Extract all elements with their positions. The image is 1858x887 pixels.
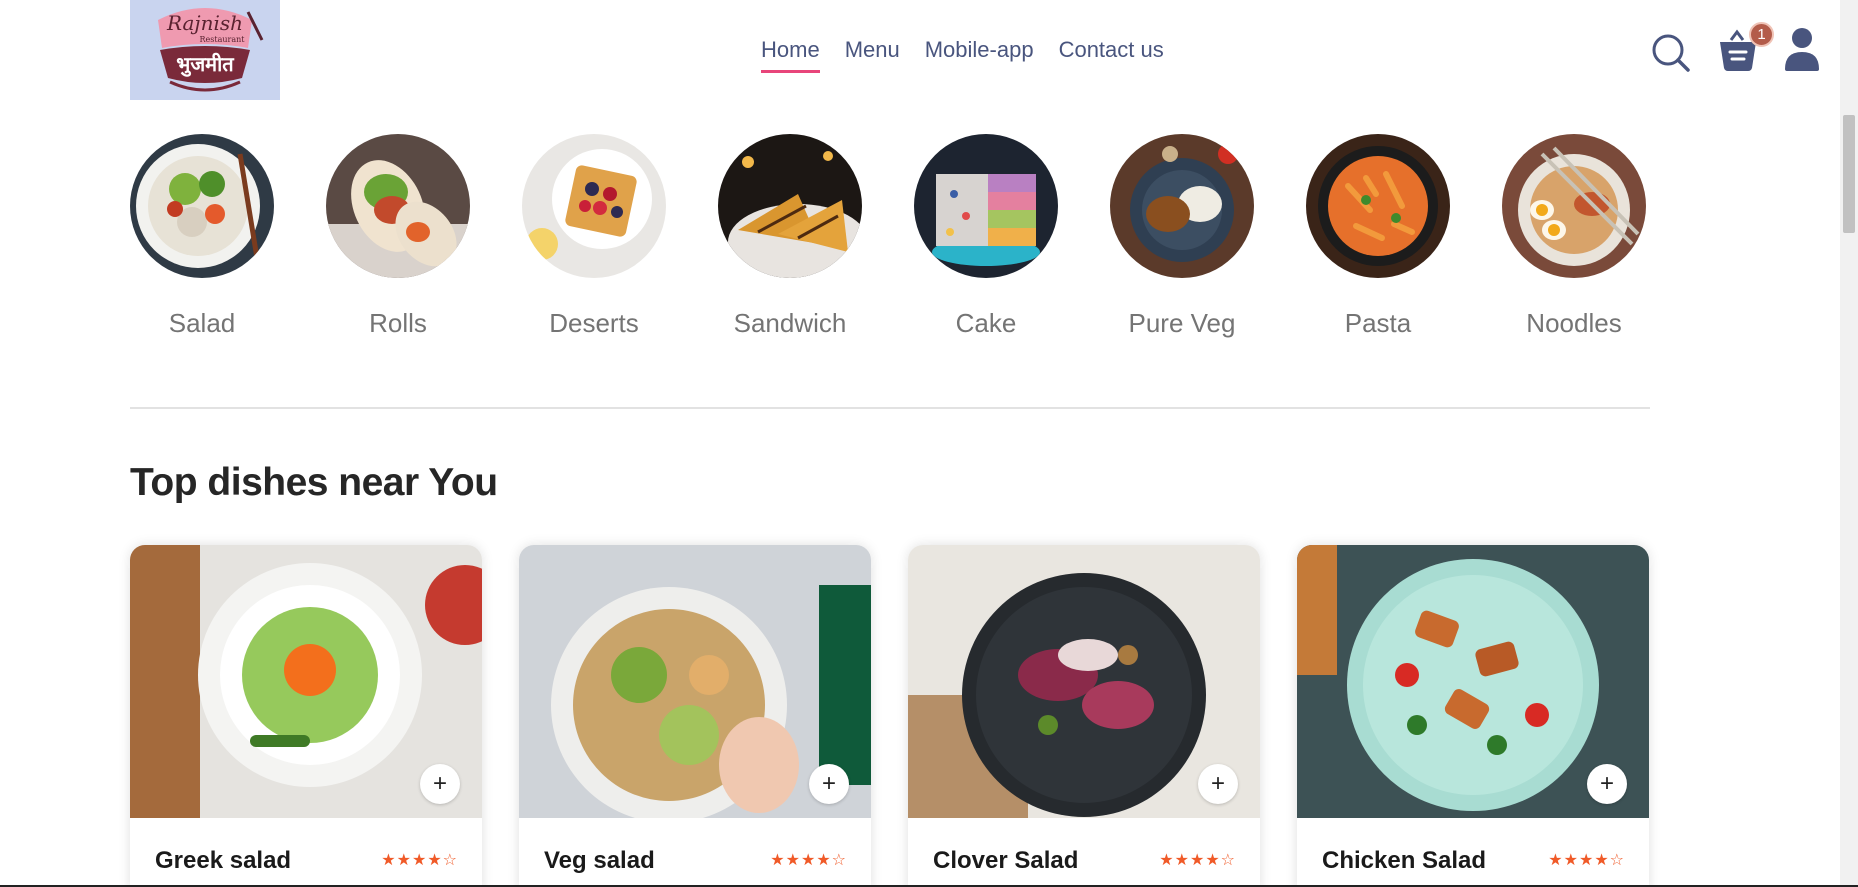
add-to-cart-button[interactable]: + [420,764,460,804]
dish-image: + [908,545,1260,818]
star-empty-icon: ☆ [442,852,457,869]
main-nav: Home Menu Mobile-app Contact us [761,36,1164,73]
category-list: Salad Rolls Deserts Sandwich Cake Pure V… [130,134,1646,339]
category-sandwich[interactable]: Sandwich [718,134,862,339]
page-scrollbar[interactable] [1840,0,1858,887]
restaurant-logo[interactable]: Rajnish Restaurant भुजमीत [130,0,280,100]
star-filled-icon: ★ [1189,852,1205,869]
dish-card[interactable]: + Greek salad ★ ★ ★ ★ ☆ [130,545,482,887]
category-label: Salad [168,308,236,338]
category-label: Noodles [1526,308,1622,338]
rating-stars: ★ ★ ★ ★ ☆ [381,853,457,869]
star-empty-icon: ☆ [1220,852,1235,869]
star-filled-icon: ★ [1563,852,1578,869]
star-filled-icon: ★ [1205,852,1220,869]
nav-contact-us[interactable]: Contact us [1059,36,1164,73]
dish-info: Chicken Salad ★ ★ ★ ★ ☆ [1322,847,1624,875]
logo-name: Rajnish [166,11,243,35]
dish-name: Chicken Salad [1322,847,1487,874]
category-image [522,134,666,278]
rating-stars: ★ ★ ★ ★ ☆ [1159,853,1235,869]
dish-card[interactable]: + Chicken Salad ★ ★ ★ ★ ☆ [1297,545,1649,887]
nav-mobile-app[interactable]: Mobile-app [925,36,1034,73]
category-image [130,134,274,278]
star-filled-icon: ★ [1578,852,1594,869]
category-label: Rolls [369,308,427,338]
category-noodles[interactable]: Noodles [1502,134,1646,339]
rating-stars: ★ ★ ★ ★ ☆ [1548,853,1624,869]
add-to-cart-button[interactable]: + [1198,764,1238,804]
nav-menu[interactable]: Menu [845,36,900,73]
dish-info: Clover Salad ★ ★ ★ ★ ☆ [933,847,1235,875]
category-label: Pure Veg [1128,308,1236,338]
dish-name: Clover Salad [933,847,1079,874]
nav-home[interactable]: Home [761,36,820,73]
star-filled-icon: ★ [785,852,800,869]
profile-icon[interactable] [1784,27,1820,71]
rating-stars: ★ ★ ★ ★ ☆ [770,853,846,869]
category-image [1110,134,1254,278]
category-salad[interactable]: Salad [130,134,274,339]
category-rolls[interactable]: Rolls [326,134,470,339]
dish-card[interactable]: + Veg salad ★ ★ ★ ★ ☆ [519,545,871,887]
star-empty-icon: ☆ [1609,852,1624,869]
category-label: Sandwich [733,308,847,338]
dish-list: + Greek salad ★ ★ ★ ★ ☆ + Veg salad ★ ★ ★ ★ ☆ [130,545,1649,887]
star-filled-icon: ★ [381,852,396,869]
category-pasta[interactable]: Pasta [1306,134,1450,339]
category-image [326,134,470,278]
star-filled-icon: ★ [396,852,411,869]
star-filled-icon: ★ [800,852,816,869]
category-cake[interactable]: Cake [914,134,1058,339]
category-pure-veg[interactable]: Pure Veg [1110,134,1254,339]
category-label: Pasta [1344,308,1412,338]
logo-native-text: भुजमीत [176,52,235,77]
dish-image: + [1297,545,1649,818]
category-image [718,134,862,278]
scrollbar-thumb[interactable] [1843,115,1855,233]
star-filled-icon: ★ [1594,852,1609,869]
category-label: Deserts [549,308,639,338]
category-image [1502,134,1646,278]
dish-name: Veg salad [544,847,655,874]
logo-sub: Restaurant [200,35,246,44]
dish-info: Greek salad ★ ★ ★ ★ ☆ [155,847,457,875]
category-deserts[interactable]: Deserts [522,134,666,339]
category-image [1306,134,1450,278]
star-filled-icon: ★ [770,852,785,869]
section-divider [130,407,1650,409]
dish-image: + [130,545,482,818]
search-icon[interactable] [1651,33,1691,73]
dish-info: Veg salad ★ ★ ★ ★ ☆ [544,847,846,875]
dish-image: + [519,545,871,818]
star-filled-icon: ★ [1174,852,1189,869]
basket-count-badge: 1 [1749,22,1774,47]
dish-card[interactable]: + Clover Salad ★ ★ ★ ★ ☆ [908,545,1260,887]
category-image [914,134,1058,278]
star-filled-icon: ★ [411,852,427,869]
section-title: Top dishes near You [130,461,498,504]
star-filled-icon: ★ [427,852,442,869]
add-to-cart-button[interactable]: + [1587,764,1627,804]
star-filled-icon: ★ [1159,852,1174,869]
star-empty-icon: ☆ [831,852,846,869]
add-to-cart-button[interactable]: + [809,764,849,804]
category-label: Cake [955,308,1017,338]
dish-name: Greek salad [155,847,292,874]
star-filled-icon: ★ [816,852,831,869]
star-filled-icon: ★ [1548,852,1563,869]
